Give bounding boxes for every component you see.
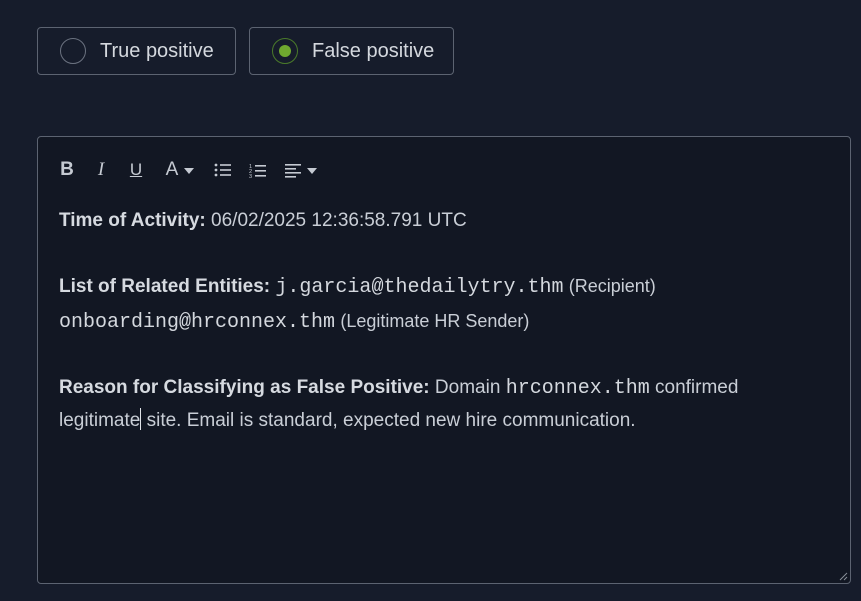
- italic-icon: I: [97, 159, 105, 180]
- time-value: 06/02/2025 12:36:58.791 UTC: [211, 210, 467, 231]
- false-positive-radio[interactable]: [272, 38, 298, 64]
- time-paragraph: Time of Activity: 06/02/2025 12:36:58.79…: [59, 205, 819, 238]
- entity-recipient-email: j.garcia@thedailytry.thm: [275, 276, 564, 299]
- page: True positive False positive B I U A 1 2…: [0, 0, 861, 601]
- reason-text-line2-a: legitimate: [59, 410, 141, 431]
- classification-radio-group: True positive False positive: [37, 27, 454, 75]
- rich-text-editor[interactable]: B I U A 1 2 3 Time of Activity: 06/02/20…: [37, 136, 851, 584]
- chevron-down-icon: [184, 168, 195, 174]
- align-left-icon: [285, 163, 301, 178]
- bold-button[interactable]: B: [58, 159, 76, 181]
- reason-text-part1: Domain: [434, 376, 501, 398]
- entity-recipient-role: (Recipient): [568, 276, 656, 296]
- entities-paragraph: List of Related Entities: j.garcia@theda…: [59, 270, 819, 339]
- radio-selected-dot: [279, 45, 291, 57]
- underline-button[interactable]: U: [128, 159, 144, 181]
- font-color-icon: A: [165, 159, 179, 180]
- time-label: Time of Activity:: [59, 210, 206, 231]
- font-color-dropdown[interactable]: A: [163, 159, 197, 181]
- bullet-list-button[interactable]: [213, 159, 231, 181]
- false-positive-option[interactable]: False positive: [249, 27, 454, 75]
- bold-icon: B: [60, 159, 74, 180]
- reason-text-line2-b: site. Email is standard, expected new hi…: [141, 410, 636, 431]
- bullet-list-icon: [214, 163, 231, 177]
- editor-content[interactable]: Time of Activity: 06/02/2025 12:36:58.79…: [59, 205, 819, 438]
- true-positive-label: True positive: [100, 39, 214, 62]
- align-dropdown[interactable]: [283, 159, 319, 181]
- entity-sender-role: (Legitimate HR Sender): [340, 310, 530, 331]
- entity-sender-email: onboarding@hrconnex.thm: [59, 310, 336, 334]
- underline-icon: U: [129, 160, 143, 179]
- reason-domain: hrconnex.thm: [505, 376, 650, 400]
- true-positive-option[interactable]: True positive: [37, 27, 236, 75]
- numbered-list-button[interactable]: 1 2 3: [248, 159, 266, 181]
- entities-label: List of Related Entities:: [59, 276, 271, 297]
- italic-button[interactable]: I: [93, 159, 109, 181]
- svg-text:3: 3: [249, 174, 252, 178]
- reason-paragraph: Reason for Classifying as False Positive…: [59, 372, 819, 438]
- numbered-list-icon: 1 2 3: [249, 164, 266, 178]
- reason-label: Reason for Classifying as False Positive…: [59, 376, 430, 398]
- false-positive-label: False positive: [312, 39, 435, 62]
- editor-toolbar: B I U A 1 2 3: [58, 159, 319, 181]
- resize-handle-icon[interactable]: [838, 571, 848, 581]
- chevron-down-icon: [307, 168, 317, 174]
- true-positive-radio[interactable]: [60, 38, 86, 64]
- reason-text-part2: confirmed: [655, 376, 739, 398]
